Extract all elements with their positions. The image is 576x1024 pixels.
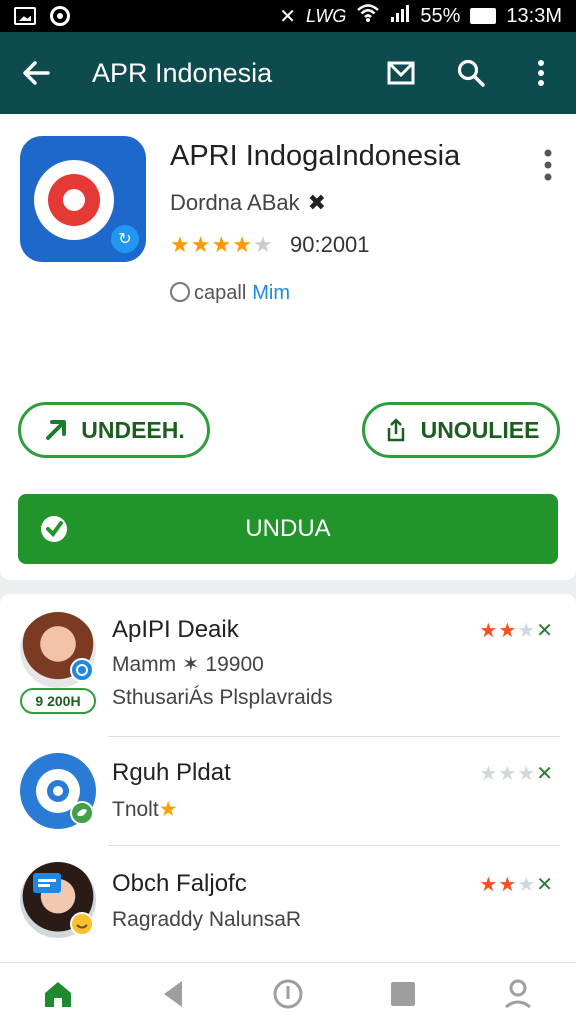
star-empty-icon: ★: [517, 874, 537, 896]
verified-badge-icon: [70, 658, 94, 682]
smiley-icon: [170, 282, 190, 302]
status-badge: 9 200H: [20, 688, 96, 714]
square-icon: [391, 981, 416, 1006]
list-item-title: Obch Faljofc: [112, 870, 247, 897]
nav-info[interactable]: [230, 963, 345, 1024]
list-item[interactable]: Rguh Pldat Tnolt★ ★★★✕: [0, 737, 576, 845]
star-icon: ★: [498, 874, 518, 896]
install-icon: [41, 516, 67, 542]
app-icon: ↻: [20, 136, 146, 262]
app-more-button[interactable]: [542, 148, 554, 189]
share-button-label: UNOULIEE: [420, 416, 540, 443]
x-icon: ✕: [536, 620, 554, 642]
list-item-rating: ★★★✕: [479, 872, 554, 897]
battery-icon: [470, 8, 497, 24]
mail-button[interactable]: [366, 32, 436, 114]
app-name: APRI IndogaIndonesia: [170, 140, 461, 172]
overflow-menu-button[interactable]: [506, 32, 576, 114]
star-icon: ★: [190, 232, 212, 257]
star-icon: ★: [158, 798, 178, 821]
star-empty-icon: ★: [252, 232, 274, 257]
list-item-subtitle: Ragraddy NalunsaR: [112, 908, 302, 931]
home-icon: [44, 981, 71, 1007]
person-icon: [505, 979, 532, 1008]
app-bar: APR Indonesia: [0, 32, 576, 114]
category-chip[interactable]: capall Mim: [170, 282, 290, 305]
bottom-navigation: [0, 962, 576, 1024]
list-item-title: Rguh Pldat: [112, 759, 231, 786]
x-icon: ✕: [536, 874, 554, 896]
arrow-up-right-icon: [46, 420, 67, 440]
rating-count: 90:2001: [290, 232, 370, 257]
back-triangle-icon: [163, 980, 182, 1007]
pin-icon: ✖: [307, 190, 327, 215]
arrow-back-icon: [23, 61, 50, 85]
list-item-rating: ★★★✕: [479, 618, 554, 643]
search-button[interactable]: [436, 32, 506, 114]
share-button[interactable]: UNOULIEE: [362, 402, 560, 458]
clock: 13:3M: [506, 4, 562, 27]
message-badge-icon: [33, 873, 61, 893]
rating-stars: ★★★★★: [170, 232, 274, 258]
more-vert-icon: [544, 149, 552, 181]
install-button-label: UNDUA: [245, 515, 331, 542]
battery-percent: 55%: [420, 4, 461, 27]
leaf-badge-icon: [70, 801, 94, 825]
info-icon: [273, 979, 303, 1008]
list-item[interactable]: 9 200H ApIPI Deaik Mamm ✶ 19900 Sthusari…: [0, 594, 576, 736]
nav-back[interactable]: [115, 963, 230, 1024]
page-title: APR Indonesia: [92, 57, 273, 88]
list-item-subtitle: Tnolt★: [112, 798, 178, 821]
chip-link[interactable]: Mim: [252, 282, 290, 304]
app-logo-bubble: [34, 160, 114, 240]
list-item[interactable]: Obch Faljofc Ragraddy NalunsaR ★★★✕: [0, 846, 576, 962]
install-button[interactable]: UNDUA: [18, 494, 558, 564]
x-icon: ✕: [536, 763, 554, 785]
sync-notification-icon: [50, 6, 70, 26]
star-icon: ★: [479, 874, 499, 896]
nfc-icon: ✕: [279, 5, 297, 28]
share-icon: [387, 418, 404, 442]
nav-home[interactable]: [0, 963, 115, 1024]
star-icon: ★: [232, 232, 253, 257]
verified-badge-icon: ↻: [108, 222, 142, 256]
list-item-description: SthusariÁs Plsplavraids: [112, 686, 333, 709]
chip-label: capall: [194, 282, 247, 304]
star-empty-icon: ★: [517, 620, 537, 642]
star-empty-icon: ★: [479, 763, 499, 785]
status-bar: ✕ LWG 55% 13:3M: [0, 0, 576, 32]
app-detail-card: ↻ APRI IndogaIndonesia Dordna ABak ✖ ★★★★…: [0, 114, 576, 580]
open-button[interactable]: UNDEEH.: [18, 402, 210, 458]
star-icon: ★: [479, 620, 499, 642]
star-empty-icon: ★: [517, 763, 537, 785]
list-item-subtitle: Mamm ✶ 19900: [112, 653, 264, 676]
list-item-title: ApIPI Deaik: [112, 616, 239, 643]
back-button[interactable]: [0, 32, 72, 114]
mail-icon: [387, 61, 415, 85]
star-icon: ★: [211, 232, 233, 257]
signal-icon: [390, 3, 410, 29]
open-button-label: UNDEEH.: [81, 416, 185, 443]
network-label: LWG: [306, 5, 347, 26]
star-empty-icon: ★: [498, 763, 518, 785]
search-icon: [457, 59, 485, 87]
wifi-icon: [356, 3, 380, 29]
list-item-rating: ★★★✕: [479, 761, 554, 786]
nav-recents[interactable]: [346, 963, 461, 1024]
developer-name[interactable]: Dordna ABak ✖: [170, 190, 326, 216]
more-vert-icon: [538, 60, 544, 86]
gallery-notification-icon: [14, 7, 36, 25]
related-apps-list: 9 200H ApIPI Deaik Mamm ✶ 19900 Sthusari…: [0, 594, 576, 962]
star-icon: ★: [498, 620, 518, 642]
nav-profile[interactable]: [461, 963, 576, 1024]
developer-label: Dordna ABak: [170, 190, 300, 215]
smiley-badge-icon: [70, 912, 94, 936]
star-icon: ★: [170, 232, 191, 257]
